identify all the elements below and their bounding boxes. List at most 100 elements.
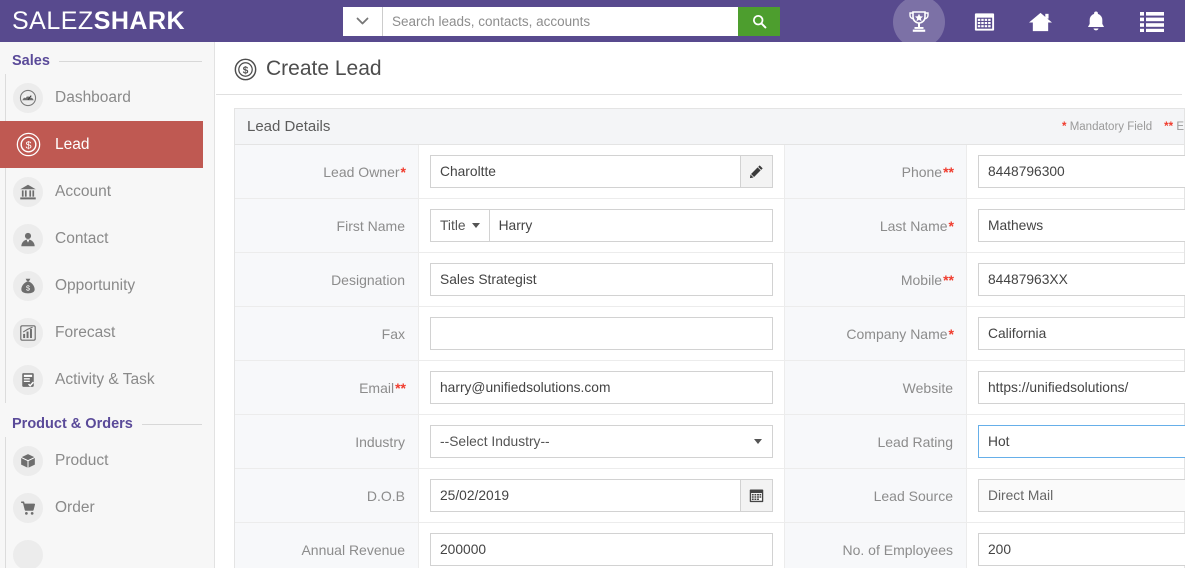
label-text: Company Name	[846, 325, 948, 342]
field-cell-lead-owner	[419, 145, 785, 198]
cart-icon	[13, 492, 43, 523]
field-cell-lead-rating	[967, 415, 1185, 468]
chart-icon	[13, 317, 43, 348]
sidebar-item-label: Opportunity	[55, 276, 136, 294]
sidebar-navigation: Sales Dashboard $ Lead Account Contact $…	[0, 42, 215, 568]
sidebar-item-account[interactable]: Account	[6, 168, 214, 215]
search-icon	[752, 14, 766, 28]
label-text: Mobile	[900, 271, 943, 288]
app-logo[interactable]: SALEZ SHARK	[0, 0, 215, 42]
sidebar-item-label: Activity & Task	[55, 370, 155, 388]
dob-input[interactable]	[430, 479, 740, 512]
company-name-input[interactable]	[978, 317, 1185, 350]
pencil-icon	[749, 165, 763, 179]
panel-header: Lead Details * Mandatory Field ** E	[235, 109, 1184, 145]
field-label-lead-source: Lead Source	[785, 469, 967, 522]
field-label-designation: Designation	[235, 253, 419, 306]
main-content: $ Create Lead Lead Details * Mandatory F…	[216, 42, 1185, 568]
form-row: Fax Company Name *	[235, 307, 1185, 361]
field-label-last-name: Last Name *	[785, 199, 967, 252]
search-scope-dropdown[interactable]	[343, 6, 383, 36]
label-text: Phone	[901, 163, 943, 180]
sidebar-item-order[interactable]: Order	[6, 484, 214, 531]
required-marker: *	[400, 163, 406, 180]
last-name-input[interactable]	[978, 209, 1185, 242]
field-cell-email	[419, 361, 785, 414]
sidebar-item-forecast[interactable]: Forecast	[6, 309, 214, 356]
trophy-icon-button[interactable]	[893, 0, 945, 48]
required-marker: **	[943, 271, 954, 288]
sidebar-item-partial[interactable]	[6, 531, 214, 568]
label-text: Lead Owner	[323, 163, 400, 180]
sidebar-item-activity-task[interactable]: Activity & Task	[6, 356, 214, 403]
svg-text:$: $	[25, 140, 31, 152]
required-marker: *	[948, 217, 954, 234]
label-text: Fax	[381, 325, 405, 342]
lead-source-input[interactable]	[978, 479, 1185, 512]
sidebar-item-opportunity[interactable]: $ Opportunity	[6, 262, 214, 309]
search-input[interactable]	[383, 6, 738, 36]
lead-rating-input[interactable]	[978, 425, 1185, 458]
dollar-circle-icon: $	[234, 58, 257, 80]
industry-select-value: --Select Industry--	[440, 434, 550, 449]
form-row: Annual Revenue No. of Employees	[235, 523, 1185, 568]
phone-input[interactable]	[978, 155, 1185, 188]
sidebar-item-dashboard[interactable]: Dashboard	[6, 74, 214, 121]
title-prefix-label: Title	[440, 218, 466, 233]
home-icon-button[interactable]	[1023, 4, 1057, 38]
lead-owner-edit-button[interactable]	[740, 155, 773, 188]
field-label-lead-owner: Lead Owner *	[235, 145, 419, 198]
sidebar-item-contact[interactable]: Contact	[6, 215, 214, 262]
label-text: Email	[359, 379, 395, 396]
annual-revenue-input[interactable]	[430, 533, 773, 566]
sidebar-item-product[interactable]: Product	[6, 437, 214, 484]
email-input[interactable]	[430, 371, 773, 404]
required-marker: *	[948, 325, 954, 342]
clipboard-icon	[13, 364, 43, 395]
label-text: Lead Rating	[877, 433, 953, 450]
sidebar-item-label: Dashboard	[55, 88, 131, 106]
field-cell-dob	[419, 469, 785, 522]
no-of-employees-input[interactable]	[978, 533, 1185, 566]
field-cell-annual-revenue	[419, 523, 785, 568]
fax-input[interactable]	[430, 317, 773, 350]
field-cell-industry: --Select Industry--	[419, 415, 785, 468]
designation-input[interactable]	[430, 263, 773, 296]
sidebar-item-lead[interactable]: $ Lead	[0, 121, 203, 168]
required-marker: **	[943, 163, 954, 180]
divider-line	[58, 60, 202, 62]
legend-either-text: E	[1176, 121, 1184, 133]
industry-select[interactable]: --Select Industry--	[430, 425, 773, 458]
title-prefix-dropdown[interactable]: Title	[430, 209, 489, 242]
box-icon	[13, 445, 43, 476]
lead-owner-input[interactable]	[430, 155, 740, 188]
chevron-down-icon	[754, 439, 762, 444]
divider-line	[141, 423, 202, 425]
field-cell-last-name	[967, 199, 1185, 252]
search-button[interactable]	[738, 6, 780, 36]
field-label-no-of-employees: No. of Employees	[785, 523, 967, 568]
sidebar-item-label: Lead	[55, 135, 90, 153]
field-cell-lead-source	[967, 469, 1185, 522]
field-label-company-name: Company Name *	[785, 307, 967, 360]
person-icon	[13, 223, 43, 254]
form-row: Lead Owner* Phone**	[235, 145, 1185, 199]
dob-calendar-button[interactable]	[740, 479, 773, 512]
calendar-icon	[749, 489, 764, 503]
sidebar-group-body-sales: Dashboard $ Lead Account Contact $ Oppor…	[0, 74, 214, 403]
field-label-email: Email **	[235, 361, 419, 414]
calendar-icon	[974, 12, 994, 31]
menu-icon-button[interactable]	[1135, 4, 1169, 38]
field-label-dob: D.O.B	[235, 469, 419, 522]
website-input[interactable]	[978, 371, 1185, 404]
legend-mandatory: * Mandatory Field	[1062, 121, 1152, 133]
calendar-icon-button[interactable]	[967, 4, 1001, 38]
chevron-down-icon	[356, 17, 369, 24]
bell-icon-button[interactable]	[1079, 4, 1113, 38]
label-text: Website	[902, 379, 953, 396]
global-search	[343, 6, 780, 36]
mobile-input[interactable]	[978, 263, 1185, 296]
first-name-input[interactable]	[488, 209, 773, 242]
mandatory-legend: * Mandatory Field ** E	[1062, 109, 1184, 145]
label-text: Industry	[355, 433, 405, 450]
